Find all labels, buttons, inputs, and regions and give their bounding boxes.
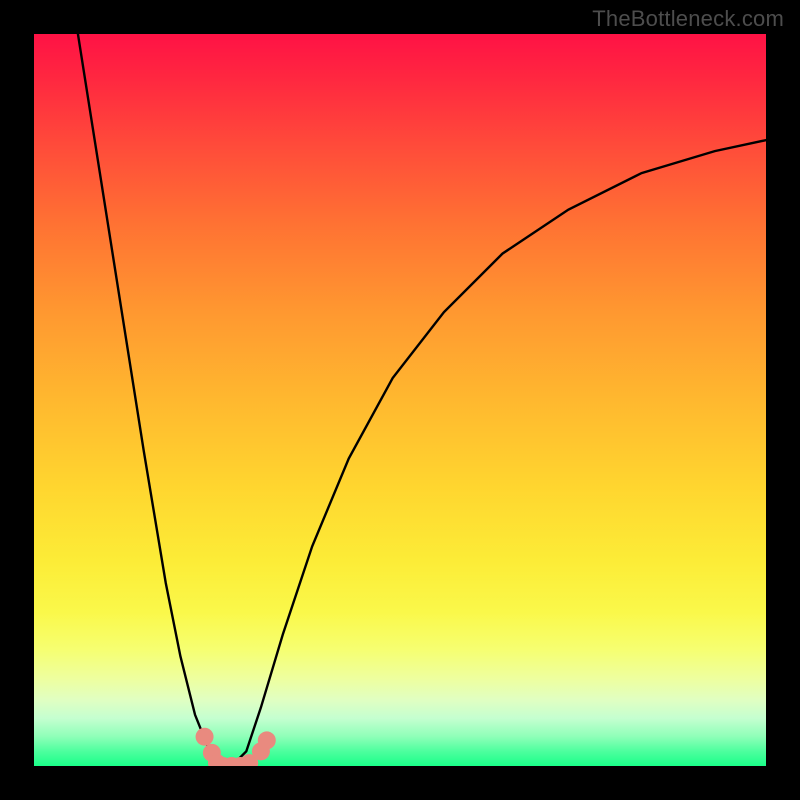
chart-svg (34, 34, 766, 766)
marker-point (258, 731, 276, 749)
chart-frame: TheBottleneck.com (0, 0, 800, 800)
plot-area (34, 34, 766, 766)
bottleneck-curve (78, 34, 766, 766)
marker-layer (196, 728, 276, 766)
curve-left-branch (78, 34, 232, 766)
watermark-text: TheBottleneck.com (592, 6, 784, 32)
marker-point (196, 728, 214, 746)
curve-right-branch (232, 140, 766, 766)
